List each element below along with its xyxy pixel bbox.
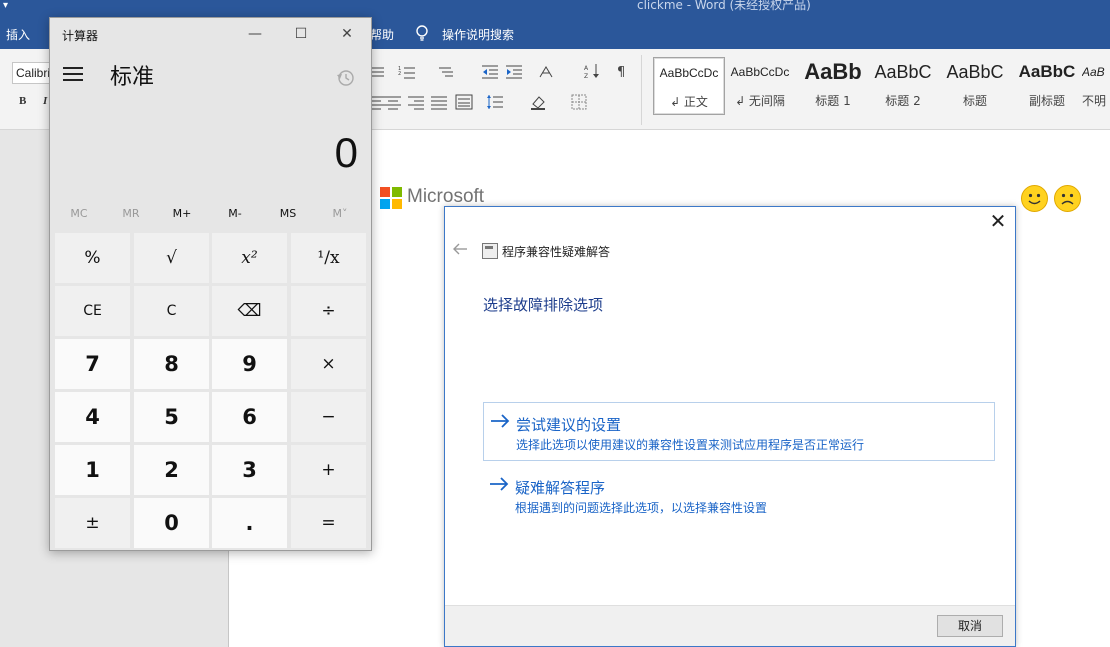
frown-face-icon bbox=[1054, 185, 1081, 212]
tab-insert[interactable]: 插入 bbox=[6, 26, 30, 43]
right-arrow-icon bbox=[490, 477, 509, 491]
memory-recall-button[interactable]: MR bbox=[105, 207, 157, 220]
cancel-button[interactable]: 取消 bbox=[937, 615, 1003, 637]
digit-7-button[interactable]: 7 bbox=[55, 339, 130, 389]
divide-button[interactable]: ÷ bbox=[291, 286, 366, 336]
svg-text:2: 2 bbox=[398, 71, 401, 77]
style-title[interactable]: AaBbC 标题 bbox=[940, 57, 1010, 113]
digit-1-button[interactable]: 1 bbox=[55, 445, 130, 495]
digit-2-button[interactable]: 2 bbox=[134, 445, 209, 495]
history-icon[interactable] bbox=[336, 68, 356, 88]
percent-button[interactable]: % bbox=[55, 233, 130, 283]
align-right-icon[interactable] bbox=[407, 94, 425, 110]
digit-6-button[interactable]: 6 bbox=[212, 392, 287, 442]
memory-list-button[interactable]: M˅ bbox=[314, 207, 366, 220]
shading-icon[interactable] bbox=[530, 94, 548, 110]
microsoft-logo-icon bbox=[380, 187, 402, 209]
digit-8-button[interactable]: 8 bbox=[134, 339, 209, 389]
numbering-icon[interactable]: 12 bbox=[398, 64, 416, 80]
svg-text:¶: ¶ bbox=[617, 65, 625, 79]
tell-me-search[interactable]: 操作说明搜索 bbox=[442, 26, 514, 43]
dialog-close-button[interactable]: ✕ bbox=[986, 209, 1010, 233]
ribbon-separator bbox=[641, 55, 642, 125]
option-description: 根据遇到的问题选择此选项，以选择兼容性设置 bbox=[515, 501, 768, 515]
reciprocal-button[interactable]: ¹/x bbox=[291, 233, 366, 283]
style-heading-2[interactable]: AaBbC 标题 2 bbox=[868, 57, 938, 113]
option-title: 疑难解答程序 bbox=[515, 479, 606, 497]
option-try-recommended-settings[interactable]: 尝试建议的设置 选择此选项以使用建议的兼容性设置来测试应用程序是否正常运行 bbox=[483, 402, 995, 461]
memory-clear-button[interactable]: MC bbox=[53, 207, 105, 220]
style-no-spacing[interactable]: AaBbCcDc ↲ 无间隔 bbox=[725, 57, 795, 113]
show-marks-icon[interactable]: ¶ bbox=[614, 63, 632, 80]
negate-button[interactable]: ± bbox=[55, 498, 130, 548]
memory-add-button[interactable]: M+ bbox=[156, 207, 208, 220]
equals-button[interactable]: = bbox=[291, 498, 366, 548]
style-subtle[interactable]: AaB 不明 bbox=[1082, 57, 1110, 113]
option-title: 尝试建议的设置 bbox=[516, 416, 622, 434]
right-arrow-icon bbox=[491, 414, 510, 428]
distributed-icon[interactable] bbox=[455, 94, 473, 110]
calculator-mode: 标准 bbox=[110, 65, 155, 90]
multilevel-list-icon[interactable] bbox=[437, 64, 455, 80]
minimize-button[interactable]: — bbox=[240, 21, 270, 47]
line-spacing-icon[interactable] bbox=[486, 94, 504, 110]
backspace-button[interactable]: ⌫ bbox=[212, 286, 287, 336]
style-subtitle[interactable]: AaBbC 副标题 bbox=[1012, 57, 1082, 113]
option-description: 选择此选项以使用建议的兼容性设置来测试应用程序是否正常运行 bbox=[516, 438, 865, 452]
calculator-title: 计算器 bbox=[62, 29, 99, 43]
tab-help[interactable]: 帮助 bbox=[370, 26, 394, 43]
plus-button[interactable]: + bbox=[291, 445, 366, 495]
lightbulb-icon bbox=[416, 25, 428, 41]
window-title: clickme - Word (未经授权产品) bbox=[637, 0, 811, 12]
svg-text:Z: Z bbox=[584, 73, 588, 79]
troubleshooter-app-icon bbox=[482, 243, 498, 259]
minus-button[interactable]: − bbox=[291, 392, 366, 442]
memory-store-button[interactable]: MS bbox=[262, 207, 314, 220]
style-heading-1[interactable]: AaBb 标题 1 bbox=[798, 57, 868, 113]
digit-4-button[interactable]: 4 bbox=[55, 392, 130, 442]
memory-subtract-button[interactable]: M- bbox=[209, 207, 261, 220]
digit-9-button[interactable]: 9 bbox=[212, 339, 287, 389]
multiply-button[interactable]: × bbox=[291, 339, 366, 389]
svg-text:A: A bbox=[584, 65, 589, 72]
dialog-footer: 取消 bbox=[445, 605, 1015, 646]
quick-access-icon[interactable]: ▾ bbox=[3, 0, 8, 11]
hamburger-menu-icon[interactable] bbox=[63, 66, 85, 82]
bullets-icon[interactable] bbox=[370, 64, 388, 80]
back-arrow-icon[interactable] bbox=[452, 241, 468, 257]
option-troubleshoot-program[interactable]: 疑难解答程序 根据遇到的问题选择此选项，以选择兼容性设置 bbox=[483, 466, 993, 523]
dialog-heading: 选择故障排除选项 bbox=[483, 296, 604, 314]
styles-gallery: AaBbCcDc ↲ 正文 AaBbCcDc ↲ 无间隔 AaBb 标题 1 A… bbox=[650, 55, 1110, 117]
align-center-icon[interactable] bbox=[384, 94, 402, 110]
style-normal[interactable]: AaBbCcDc ↲ 正文 bbox=[653, 57, 725, 115]
close-button[interactable]: ✕ bbox=[332, 21, 362, 47]
borders-icon[interactable] bbox=[571, 94, 589, 110]
justify-icon[interactable] bbox=[430, 94, 448, 110]
increase-indent-icon[interactable] bbox=[505, 64, 523, 80]
calculator-window: 计算器 — ☐ ✕ 标准 0 MC MR M+ M- MS M˅ % √ x² … bbox=[49, 17, 372, 551]
sort-icon[interactable]: AZ bbox=[583, 63, 601, 80]
decrease-indent-icon[interactable] bbox=[481, 64, 499, 80]
sqrt-button[interactable]: √ bbox=[134, 233, 209, 283]
digit-5-button[interactable]: 5 bbox=[134, 392, 209, 442]
dialog-app-title: 程序兼容性疑难解答 bbox=[502, 245, 611, 259]
microsoft-logo-text: Microsoft bbox=[407, 186, 485, 207]
smile-face-icon bbox=[1021, 185, 1048, 212]
square-button[interactable]: x² bbox=[212, 233, 287, 283]
memory-row: MC MR M+ M- MS M˅ bbox=[50, 203, 371, 227]
bold-button[interactable]: B bbox=[19, 95, 26, 107]
maximize-button[interactable]: ☐ bbox=[286, 21, 316, 47]
calculator-display: 0 bbox=[334, 129, 358, 176]
decimal-button[interactable]: . bbox=[212, 498, 287, 548]
clear-entry-button[interactable]: CE bbox=[55, 286, 130, 336]
italic-button[interactable]: I bbox=[43, 95, 47, 107]
compatibility-troubleshooter-dialog: ✕ 程序兼容性疑难解答 选择故障排除选项 尝试建议的设置 选择此选项以使用建议的… bbox=[444, 206, 1016, 647]
asian-layout-icon[interactable] bbox=[538, 64, 556, 80]
clear-button[interactable]: C bbox=[134, 286, 209, 336]
digit-3-button[interactable]: 3 bbox=[212, 445, 287, 495]
digit-0-button[interactable]: 0 bbox=[134, 498, 209, 548]
